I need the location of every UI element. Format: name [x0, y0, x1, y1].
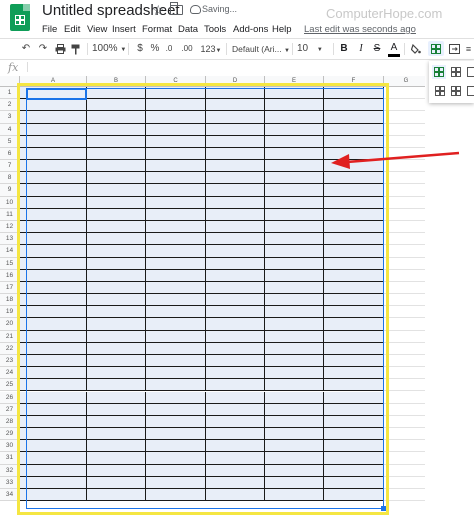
fx-icon: fx	[8, 61, 19, 74]
grid-cell[interactable]	[384, 99, 425, 112]
redo-icon[interactable]: ↷	[37, 42, 49, 56]
currency-button[interactable]: $	[134, 42, 146, 56]
grid-cell[interactable]	[384, 415, 425, 429]
menu-tools[interactable]: Tools	[204, 24, 226, 35]
outer-borders-icon[interactable]	[451, 86, 461, 96]
left-border-icon[interactable]	[435, 86, 445, 96]
menu-help[interactable]: Help	[272, 24, 292, 35]
font-size-select[interactable]: 10 ▼	[297, 42, 323, 56]
grid-cell[interactable]	[384, 172, 425, 185]
last-edit-link[interactable]: Last edit was seconds ago	[304, 24, 416, 35]
more-formats-label: 123	[200, 44, 216, 54]
grid-cell[interactable]	[384, 464, 425, 477]
grid-cell[interactable]	[384, 220, 425, 234]
horizontal-borders-icon[interactable]	[467, 67, 474, 77]
print-icon[interactable]	[54, 42, 66, 56]
menu-insert[interactable]: Insert	[112, 24, 136, 35]
grid-cell[interactable]	[384, 379, 425, 392]
cloud-saving-icon	[190, 5, 201, 14]
zoom-select[interactable]: 100% ▼	[92, 42, 126, 56]
strikethrough-button[interactable]: S	[371, 42, 383, 56]
undo-icon[interactable]: ↶	[20, 42, 32, 56]
menu-edit[interactable]: Edit	[64, 24, 80, 35]
formula-bar-divider	[0, 59, 474, 60]
grid-cell[interactable]	[384, 306, 425, 319]
more-formats-button[interactable]: 123▼	[199, 42, 223, 56]
saving-status: Saving...	[202, 4, 238, 14]
grid-cell[interactable]	[384, 440, 425, 453]
bold-button[interactable]: B	[338, 42, 350, 56]
column-header-g[interactable]: G	[384, 76, 425, 87]
all-borders-icon	[434, 67, 444, 77]
grid-cell[interactable]	[384, 476, 425, 489]
grid-cell[interactable]	[384, 428, 425, 441]
chevron-down-icon: ▼	[283, 48, 290, 54]
folder-icon[interactable]	[170, 2, 183, 15]
sheets-logo[interactable]	[10, 4, 30, 31]
font-select[interactable]: Default (Ari... ▼	[232, 42, 290, 56]
borders-menu	[429, 61, 474, 103]
italic-button[interactable]: I	[356, 42, 366, 56]
font-value: Default (Ari...	[232, 44, 282, 54]
grid-cell[interactable]	[384, 281, 425, 295]
menu-file[interactable]: File	[42, 24, 57, 35]
grid-cell[interactable]	[384, 488, 425, 502]
fill-color-icon[interactable]	[410, 42, 422, 56]
watermark: ComputerHope.com	[326, 6, 443, 21]
grid-cell[interactable]	[384, 87, 425, 100]
grid-cell[interactable]	[384, 269, 425, 282]
menu-format[interactable]: Format	[142, 24, 172, 35]
grid-cell[interactable]	[384, 233, 425, 246]
grid-cell[interactable]	[384, 196, 425, 209]
zoom-value: 100%	[92, 43, 118, 54]
formula-input[interactable]	[30, 61, 470, 73]
grid-cell[interactable]	[384, 318, 425, 331]
star-icon[interactable]: ☆	[152, 2, 165, 19]
grid-cell[interactable]	[384, 391, 425, 404]
all-borders-option[interactable]	[432, 65, 446, 79]
grid-cell[interactable]	[384, 135, 425, 148]
merge-cells-icon[interactable]	[448, 42, 460, 56]
borders-button[interactable]	[428, 41, 444, 56]
grid-cell[interactable]	[384, 403, 425, 416]
grid-cell[interactable]	[384, 354, 425, 368]
font-size-value: 10	[297, 43, 309, 54]
all-borders-icon	[431, 44, 441, 54]
grid-cell[interactable]	[384, 111, 425, 124]
grid-cell[interactable]	[384, 123, 425, 136]
grid-cell[interactable]	[384, 257, 425, 270]
text-color-button[interactable]: A	[388, 42, 400, 57]
align-icon[interactable]: ≡	[463, 42, 474, 56]
highlight-box	[17, 83, 389, 515]
grid-cell[interactable]	[384, 184, 425, 197]
percent-button[interactable]: %	[149, 42, 161, 56]
menu-view[interactable]: View	[87, 24, 107, 35]
increase-decimal-button[interactable]: .00	[178, 42, 196, 56]
grid-cell[interactable]	[384, 245, 425, 258]
grid-cell[interactable]	[384, 342, 425, 355]
chevron-down-icon: ▼	[120, 47, 127, 53]
chevron-down-icon: ▼	[316, 47, 323, 53]
menu-addons[interactable]: Add-ons	[233, 24, 268, 35]
grid-cell[interactable]	[384, 452, 425, 465]
right-border-icon[interactable]	[467, 86, 474, 96]
grid-cell[interactable]	[384, 330, 425, 343]
inner-borders-icon[interactable]	[451, 67, 461, 77]
grid-cell[interactable]	[384, 208, 425, 221]
red-arrow	[331, 151, 460, 169]
toolbar-divider	[0, 38, 474, 39]
grid-cell[interactable]	[384, 367, 425, 380]
decrease-decimal-button[interactable]: .0	[162, 42, 176, 56]
paint-format-icon[interactable]	[70, 42, 82, 56]
grid-cell[interactable]	[384, 294, 425, 307]
menu-data[interactable]: Data	[178, 24, 198, 35]
formula-bar-separator	[27, 62, 28, 72]
chevron-down-icon: ▼	[215, 48, 222, 54]
